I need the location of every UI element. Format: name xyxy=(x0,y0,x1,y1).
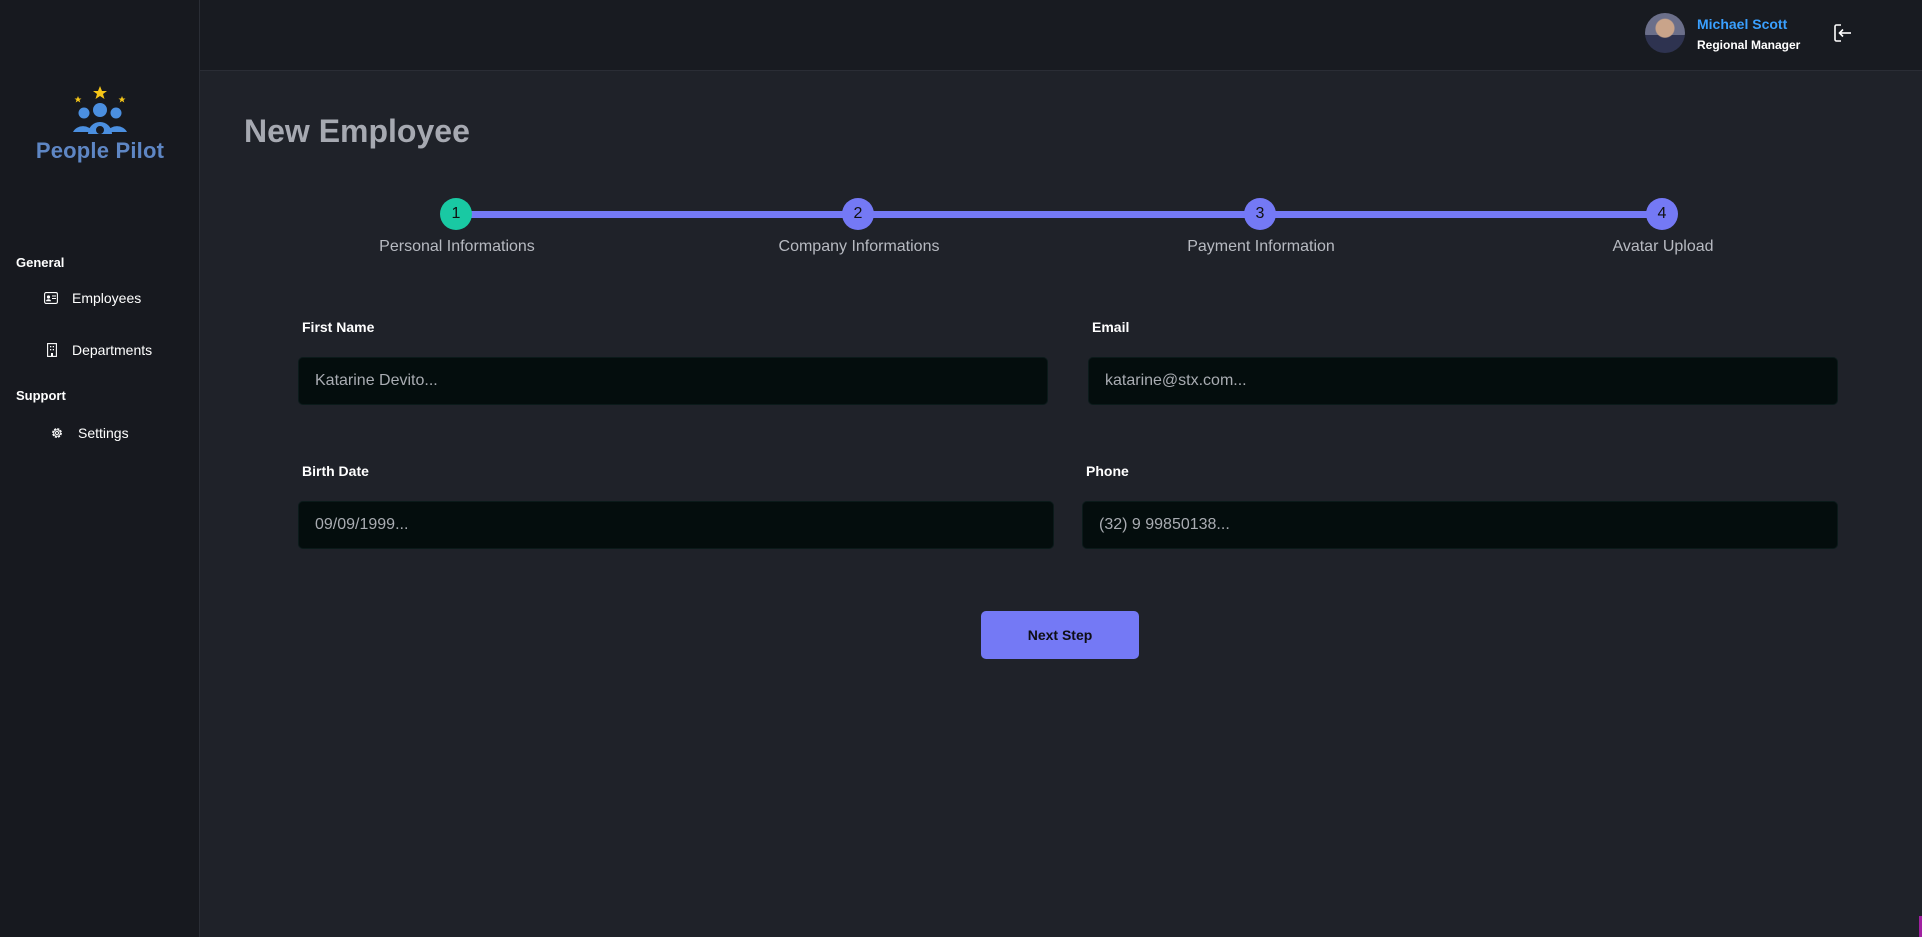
step-2-label: Company Informations xyxy=(778,238,940,255)
logout-button[interactable] xyxy=(1832,22,1854,49)
step-1-label: Personal Informations xyxy=(379,238,535,255)
birth-date-input[interactable] xyxy=(298,501,1054,549)
avatar[interactable] xyxy=(1645,13,1685,53)
first-name-label: First Name xyxy=(302,319,375,335)
step-3-circle[interactable]: 3 xyxy=(1244,198,1276,230)
next-step-button[interactable]: Next Step xyxy=(981,611,1139,659)
step-3-label: Payment Information xyxy=(1187,238,1335,255)
sidebar: People Pilot General Employees Departmen… xyxy=(0,0,200,937)
step-4-label: Avatar Upload xyxy=(1612,238,1714,255)
step-2-circle[interactable]: 2 xyxy=(842,198,874,230)
user-role: Regional Manager xyxy=(1697,38,1801,52)
user-name[interactable]: Michael Scott xyxy=(1697,16,1787,32)
id-card-icon xyxy=(44,292,58,304)
sidebar-item-employees[interactable]: Employees xyxy=(44,290,141,306)
first-name-input[interactable] xyxy=(298,357,1048,405)
people-logo-icon xyxy=(73,86,127,134)
gear-icon xyxy=(52,428,62,438)
logout-icon xyxy=(1834,24,1851,42)
stepper-line xyxy=(456,211,1663,218)
nav-section-support: Support xyxy=(16,388,66,403)
email-label: Email xyxy=(1092,319,1130,335)
phone-label: Phone xyxy=(1086,463,1129,479)
birth-date-label: Birth Date xyxy=(302,463,369,479)
page-title: New Employee xyxy=(244,113,470,149)
nav-section-general: General xyxy=(16,255,65,270)
building-icon xyxy=(47,343,57,357)
phone-input[interactable] xyxy=(1082,501,1838,549)
sidebar-item-label: Employees xyxy=(72,290,142,306)
sidebar-item-label: Settings xyxy=(78,425,129,441)
step-4-circle[interactable]: 4 xyxy=(1646,198,1678,230)
app-name: People Pilot xyxy=(35,138,165,163)
sidebar-item-settings[interactable]: Settings xyxy=(50,425,129,441)
logo[interactable]: People Pilot xyxy=(0,80,200,164)
sidebar-item-label: Departments xyxy=(72,342,153,358)
step-1-circle[interactable]: 1 xyxy=(440,198,472,230)
email-input[interactable] xyxy=(1088,357,1838,405)
sidebar-item-departments[interactable]: Departments xyxy=(46,342,152,358)
